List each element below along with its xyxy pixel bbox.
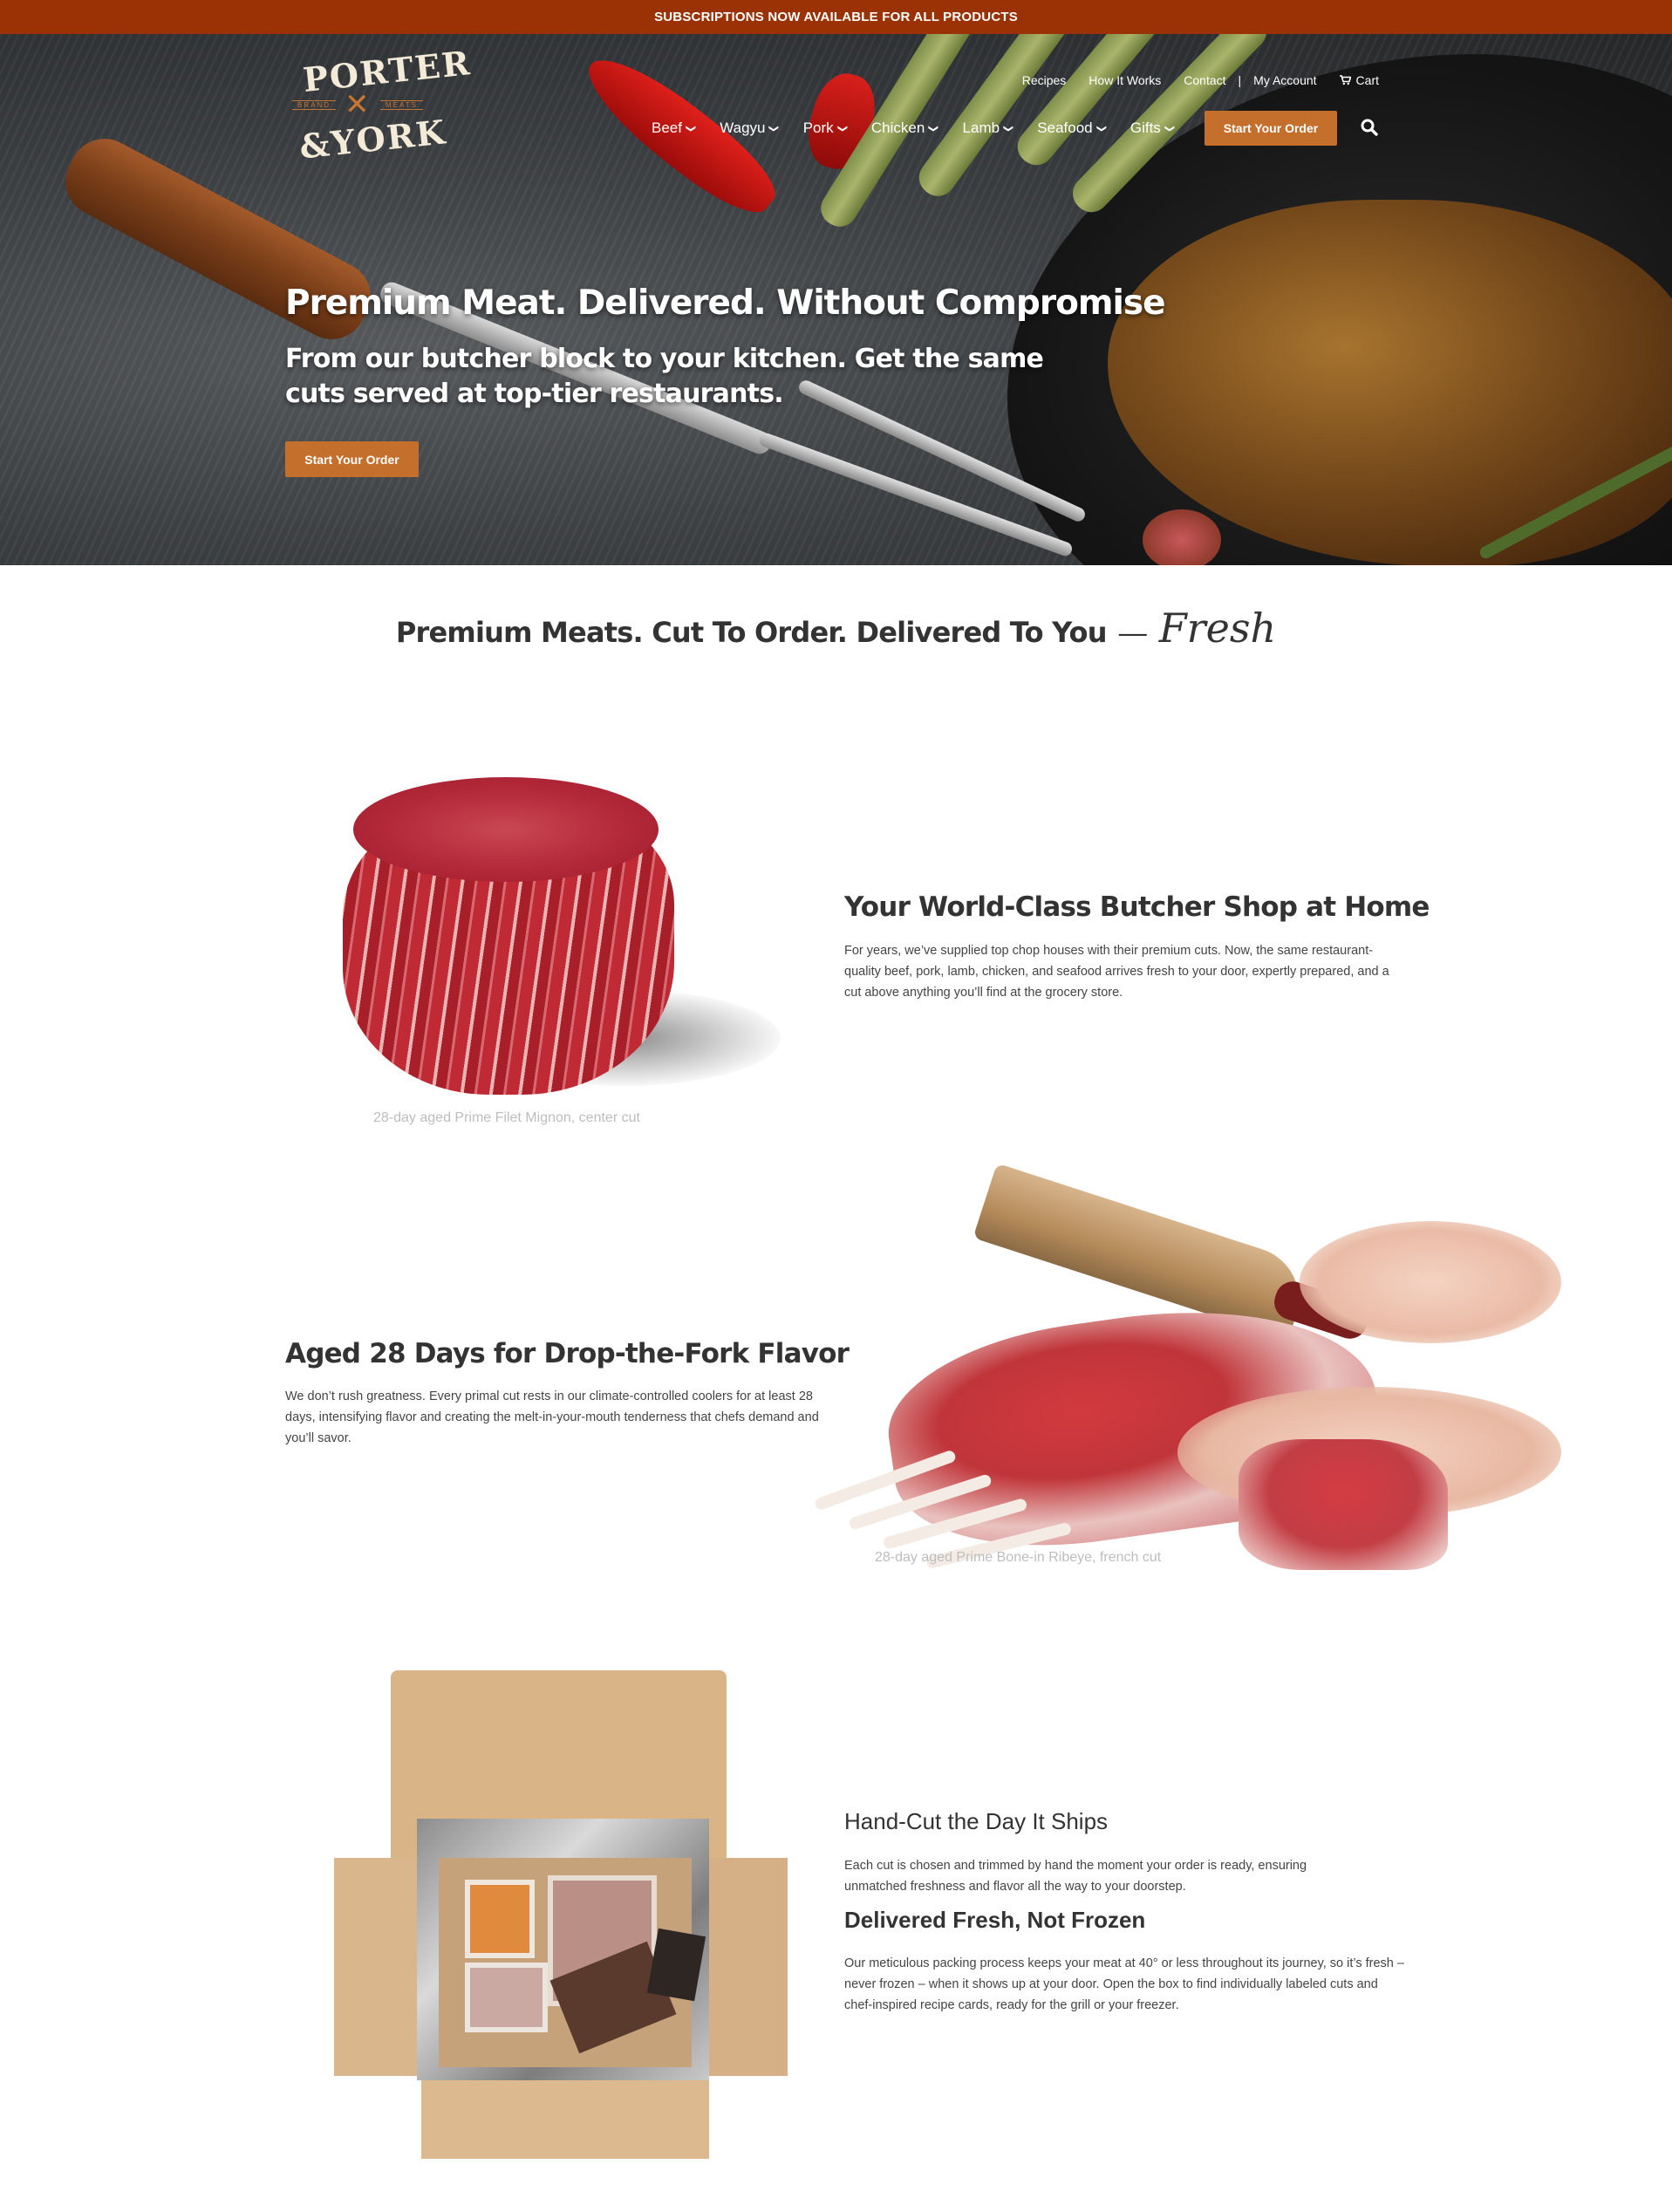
util-link-my-account[interactable]: My Account <box>1253 73 1316 87</box>
nav-label: Chicken <box>870 119 925 136</box>
main-nav: Beef ❯ Wagyu ❯ Pork ❯ Chicken ❯ Lamb ❯ Seafoo… <box>652 111 1198 146</box>
nav-label: Seafood <box>1037 119 1093 136</box>
chevron-down-icon: ❯ <box>1164 124 1175 133</box>
logo-right-tag: MEATS <box>380 99 423 110</box>
nav-item-wagyu[interactable]: Wagyu ❯ <box>720 119 779 137</box>
hero-headline: Premium Meat. Delivered. Without Comprom… <box>285 283 1166 323</box>
utility-nav: Recipes How It Works Contact | My Accoun… <box>1022 73 1379 87</box>
filet-mignon-image <box>336 772 781 1112</box>
util-link-how-it-works[interactable]: How It Works <box>1089 73 1161 87</box>
nav-start-order-button[interactable]: Start Your Order <box>1205 111 1337 146</box>
announcement-bar: SUBSCRIPTIONS NOW AVAILABLE FOR ALL PROD… <box>0 0 1672 34</box>
crossed-knife-fork-icon: ✕ <box>345 88 370 121</box>
tagline-dash: — <box>1118 617 1147 648</box>
section3-body-b: Our meticulous packing process keeps you… <box>844 1956 1404 2012</box>
cart-link[interactable]: Cart <box>1339 73 1379 87</box>
nav-item-seafood[interactable]: Seafood ❯ <box>1037 119 1106 137</box>
tagline: Premium Meats. Cut To Order. Delivered T… <box>0 604 1672 652</box>
delivery-box-image <box>334 1670 788 2159</box>
meat-package <box>465 1963 548 2032</box>
chevron-down-icon: ❯ <box>836 124 848 133</box>
knife-blade <box>972 1163 1313 1341</box>
chevron-down-icon: ❯ <box>768 124 780 133</box>
filet-caption: 28-day aged Prime Filet Mignon, center c… <box>373 1110 640 1125</box>
util-separator: | <box>1238 73 1242 87</box>
section2-body: We don’t rush greatness. Every primal cu… <box>285 1389 819 1445</box>
search-icon[interactable] <box>1359 117 1380 138</box>
nav-label: Wagyu <box>720 119 766 136</box>
brand-logo[interactable]: PORTER BRAND MEATS ✕ &YORK <box>292 43 473 167</box>
nav-label: Gifts <box>1129 119 1161 136</box>
section3-body-a: Each cut is chosen and trimmed by hand t… <box>844 1859 1307 1894</box>
filet-top <box>353 777 659 882</box>
nav-item-chicken[interactable]: Chicken ❯ <box>870 119 939 137</box>
nav-label: Beef <box>652 119 682 136</box>
nav-item-beef[interactable]: Beef ❯ <box>652 119 697 137</box>
chevron-down-icon: ❯ <box>928 124 939 133</box>
ribeye-cutting-image <box>811 1163 1579 1596</box>
section1-body: For years, we’ve supplied top chop house… <box>844 944 1389 1000</box>
tagline-main: Premium Meats. Cut To Order. Delivered T… <box>395 616 1108 649</box>
section1-title: Your World-Class Butcher Shop at Home <box>844 891 1430 923</box>
chevron-down-icon: ❯ <box>686 124 697 133</box>
nav-item-lamb[interactable]: Lamb ❯ <box>962 119 1014 137</box>
cart-icon <box>1339 75 1351 85</box>
announcement-text: SUBSCRIPTIONS NOW AVAILABLE FOR ALL PROD… <box>654 10 1018 24</box>
hero-start-order-button[interactable]: Start Your Order <box>285 441 419 477</box>
nav-item-pork[interactable]: Pork ❯ <box>802 119 848 137</box>
util-link-recipes[interactable]: Recipes <box>1022 73 1067 87</box>
ribeye-caption: 28-day aged Prime Bone-in Ribeye, french… <box>875 1550 1162 1565</box>
nav-label: Pork <box>802 119 834 136</box>
chevron-down-icon: ❯ <box>1003 124 1014 133</box>
ribeye-steak <box>1239 1439 1448 1570</box>
logo-left-tag: BRAND <box>292 99 337 110</box>
util-link-contact[interactable]: Contact <box>1184 73 1225 87</box>
section3-title-a: Hand-Cut the Day It Ships <box>844 1808 1109 1834</box>
hero-subheadline: From our butcher block to your kitchen. … <box>285 344 1044 409</box>
tagline-script: Fresh <box>1158 604 1277 652</box>
meat-package <box>465 1880 535 1958</box>
section2-title: Aged 28 Days for Drop-the-Fork Flavor <box>285 1338 850 1369</box>
chevron-down-icon: ❯ <box>1095 124 1107 133</box>
hand-image <box>1300 1221 1561 1343</box>
nav-item-gifts[interactable]: Gifts ❯ <box>1129 119 1175 137</box>
section3-title-b: Delivered Fresh, Not Frozen <box>844 1907 1146 1933</box>
nav-label: Lamb <box>962 119 1000 136</box>
hero-steak-cut-image <box>1143 509 1221 565</box>
cart-label: Cart <box>1355 73 1379 87</box>
